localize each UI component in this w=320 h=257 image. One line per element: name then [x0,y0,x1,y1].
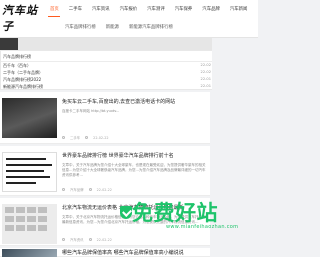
article-meta: 汽车资讯 22-02-22 [62,237,112,242]
article-thumbnail[interactable] [2,249,57,257]
list-item[interactable]: 新能源汽车品牌排行榜 [3,84,43,90]
article-title[interactable]: 世界豪车品牌排行榜 世界豪华汽车品牌排行前十名 [62,152,174,159]
article-category[interactable]: 汽车品牌 [70,187,84,192]
category-icon [62,238,65,241]
article-summary: 百度卡二手车网站 http://bt.yuxtv... [62,109,120,113]
list-item[interactable]: 汽车品牌排行榜 [3,54,31,60]
site-header: 汽车站子 首页 二手车 汽车资讯 汽车报价 汽车测评 汽车保养 汽车品牌 汽车新… [0,0,258,38]
nav-item-review[interactable]: 汽车测评 [143,5,171,17]
category-icon [62,188,65,191]
article-category[interactable]: 汽车资讯 [70,237,84,242]
article-card[interactable]: 哪些汽车品牌保值率高 哪些汽车品牌保值率高小编说说 [0,248,210,257]
article-meta: 汽车品牌 22-02-22 [62,187,112,192]
watermark-brand: 免费好站 [132,201,218,225]
banner-image [0,38,18,50]
clock-icon [85,136,89,139]
article-card[interactable]: 免买车云二手车,百度出的,去查已激活电话卡的网站 百度卡二手车网站 http:/… [0,92,210,144]
list-date: 22-02 [200,70,211,74]
article-thumbnail[interactable] [2,204,57,244]
list-date: 22-01 [200,84,211,88]
article-summary: 文章中，关于汽车品牌为您介绍十大全球豪车，也是现在最受欢迎，为您提供奢华豪车的相… [62,163,206,177]
article-thumbnail[interactable] [2,152,57,192]
watermark-url: www.mianfeihaozhan.com [166,224,239,230]
main-nav: 首页 二手车 汽车资讯 汽车报价 汽车测评 汽车保养 汽车品牌 汽车新闻 [46,5,253,17]
nav-item-brand[interactable]: 汽车品牌 [198,5,226,17]
subnav-item-ev-ranking[interactable]: 新能源汽车品牌排行榜 [124,24,178,32]
list-date: 22-02 [200,63,211,67]
list-item[interactable]: 二手车（二手车品牌） [3,70,43,76]
nav-item-maintenance[interactable]: 汽车保养 [171,5,199,17]
subnav-item-new-energy[interactable]: 新能源 [101,24,124,32]
article-date: 22-02-22 [96,187,112,192]
subnav-item-brand-ranking[interactable]: 汽车品牌排行榜 [60,24,101,32]
clock-icon [88,188,92,191]
article-meta: 二手车 22-02-22 [62,135,109,140]
nav-active-indicator [48,16,60,17]
article-card[interactable]: 世界豪车品牌排行榜 世界豪华汽车品牌排行前十名 文章中，关于汽车品牌为您介绍十大… [0,146,210,196]
list-date: 22-01 [200,77,211,81]
sub-nav: 汽车品牌排行榜 新能源 新能源汽车品牌排行榜 [60,24,178,32]
list-item[interactable]: 汽车品牌排行榜2022 [3,77,41,83]
article-date: 22-02-22 [93,135,109,140]
article-thumbnail[interactable] [2,98,57,138]
article-title[interactable]: 免买车云二手车,百度出的,去查已激活电话卡的网站 [62,98,175,105]
list-item[interactable]: 百千车（百车） [3,63,31,69]
divider [1,61,213,62]
nav-item-news[interactable]: 汽车资讯 [88,5,116,17]
nav-item-used-car[interactable]: 二手车 [65,5,88,17]
clock-icon [88,238,92,241]
shield-check-icon [120,206,132,219]
article-title[interactable]: 哪些汽车品牌保值率高 哪些汽车品牌保值率高小编说说 [62,249,184,256]
article-category[interactable]: 二手车 [70,135,80,140]
nav-item-price[interactable]: 汽车报价 [116,5,144,17]
category-icon [62,136,65,139]
nav-item-car-news[interactable]: 汽车新闻 [226,5,254,17]
article-date: 22-02-22 [96,237,112,242]
site-logo[interactable]: 汽车站子 [2,3,44,33]
